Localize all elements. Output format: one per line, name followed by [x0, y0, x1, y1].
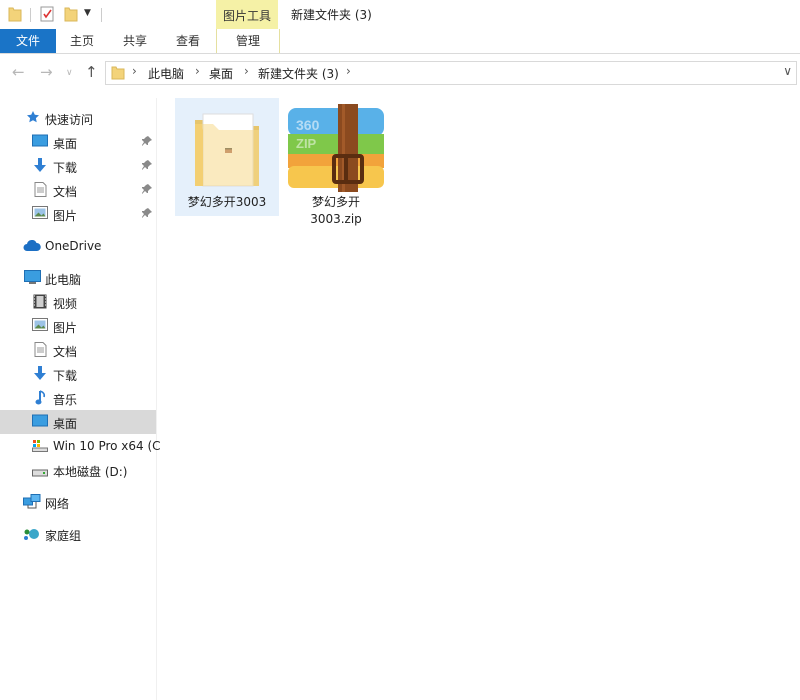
sidebar-item-label: 文档 — [53, 185, 78, 199]
sidebar-item-label: 文档 — [53, 345, 78, 359]
context-tab-label: 图片工具 — [222, 9, 271, 23]
sidebar-item-label: 快速访问 — [45, 113, 94, 127]
sidebar-item-pictures[interactable]: 图片 — [0, 202, 156, 226]
sidebar-item-label: 图片 — [53, 209, 78, 223]
sidebar-item-label: 视频 — [53, 297, 78, 311]
breadcrumb-this-pc[interactable]: 此电脑 — [148, 65, 184, 82]
network-icon — [23, 494, 41, 513]
sidebar-item-videos[interactable]: 视频 — [0, 290, 156, 314]
sidebar-item-desktop[interactable]: 桌面 — [0, 130, 156, 154]
sidebar-item-drive-c[interactable]: Win 10 Pro x64 (C — [0, 434, 161, 458]
sidebar-item-pictures[interactable]: 图片 — [0, 314, 156, 338]
sidebar-item-music[interactable]: 音乐 — [0, 386, 156, 410]
forward-arrow-icon[interactable]: → — [40, 63, 53, 81]
drive-icon — [32, 466, 48, 480]
address-dropdown-icon[interactable]: ∨ — [783, 64, 792, 78]
picture-tools-context-tab: 图片工具 — [216, 0, 278, 30]
folder-icon — [111, 65, 125, 83]
sidebar-item-label: 下载 — [53, 161, 78, 175]
sidebar-item-label: 音乐 — [53, 393, 78, 407]
sidebar-item-label: 图片 — [53, 321, 78, 335]
document-icon — [34, 182, 47, 200]
svg-text:ZIP: ZIP — [296, 136, 317, 151]
title-bar: ▼ 图片工具 新建文件夹 (3) — [0, 0, 800, 30]
customize-toolbar-dropdown-icon[interactable]: ▼ — [84, 8, 91, 18]
window-title: 新建文件夹 (3) — [291, 8, 372, 22]
sidebar-item-this-pc[interactable]: 此电脑 — [0, 266, 156, 290]
sidebar-item-label: 本地磁盘 (D:) — [53, 465, 128, 479]
sidebar-item-label: OneDrive — [45, 239, 102, 253]
file-list: 梦幻多开3003 360 ZIP 梦幻多开 3003.zip — [158, 90, 800, 700]
sidebar-item-quick-access[interactable]: 快速访问 — [0, 106, 156, 130]
file-name-line2: 3003.zip — [310, 212, 362, 226]
pin-icon[interactable] — [142, 183, 152, 197]
zip-archive-icon: 360 ZIP — [286, 104, 386, 197]
address-bar[interactable]: › 此电脑 › 桌面 › 新建文件夹 (3) › ∨ — [105, 61, 797, 85]
sidebar-item-label: 此电脑 — [45, 273, 82, 287]
desktop-icon — [32, 134, 48, 151]
system-drive-icon — [32, 438, 48, 455]
sidebar-item-network[interactable]: 网络 — [0, 490, 156, 514]
breadcrumb-desktop[interactable]: 桌面 — [209, 65, 233, 82]
file-name: 梦幻多开3003 — [187, 195, 267, 209]
download-icon — [33, 158, 47, 176]
back-arrow-icon[interactable]: ← — [12, 63, 25, 81]
video-icon — [33, 294, 47, 312]
sidebar-item-label: Win 10 Pro x64 (C — [53, 439, 161, 453]
pin-icon[interactable] — [142, 159, 152, 173]
file-item-folder[interactable]: 梦幻多开3003 — [175, 98, 279, 216]
breadcrumb-chevron-icon[interactable]: › — [244, 64, 249, 78]
sidebar-item-downloads[interactable]: 下载 — [0, 362, 156, 386]
picture-icon — [32, 206, 48, 222]
homegroup-icon — [23, 526, 41, 545]
breadcrumb-new-folder-3[interactable]: 新建文件夹 (3) — [258, 65, 339, 82]
sidebar-item-downloads[interactable]: 下载 — [0, 154, 156, 178]
sidebar-item-drive-d[interactable]: 本地磁盘 (D:) — [0, 458, 156, 482]
desktop-icon — [32, 414, 48, 431]
sidebar-item-desktop[interactable]: 桌面 — [0, 410, 156, 434]
sidebar-item-label: 网络 — [45, 497, 70, 511]
properties-icon[interactable] — [40, 6, 55, 25]
sidebar-item-documents[interactable]: 文档 — [0, 178, 156, 202]
file-name-line1: 梦幻多开 — [311, 195, 360, 209]
pin-icon[interactable] — [142, 135, 152, 149]
computer-icon — [24, 270, 41, 288]
document-icon — [34, 342, 47, 360]
tab-file[interactable]: 文件 — [0, 29, 56, 53]
star-icon — [26, 110, 40, 127]
ribbon-tabs: 文件 主页 共享 查看 管理 — [0, 29, 800, 54]
navigation-bar: ← → ∨ ↑ › 此电脑 › 桌面 › 新建文件夹 (3) › ∨ — [0, 60, 800, 86]
picture-icon — [32, 318, 48, 334]
sidebar-item-homegroup[interactable]: 家庭组 — [0, 522, 156, 546]
up-arrow-icon[interactable]: ↑ — [85, 63, 98, 81]
pin-icon[interactable] — [142, 207, 152, 221]
file-item-zip[interactable]: 360 ZIP 梦幻多开 3003.zip — [284, 98, 388, 226]
sidebar-item-label: 家庭组 — [45, 529, 82, 543]
sidebar-item-documents[interactable]: 文档 — [0, 338, 156, 362]
toolbar-divider — [101, 8, 102, 22]
sidebar-item-onedrive[interactable]: OneDrive — [0, 234, 156, 258]
svg-text:360: 360 — [296, 117, 320, 133]
music-icon — [35, 390, 47, 409]
breadcrumb-chevron-icon[interactable]: › — [195, 64, 200, 78]
tab-home[interactable]: 主页 — [58, 29, 106, 53]
recent-locations-chevron-icon[interactable]: ∨ — [66, 68, 73, 78]
sidebar-item-label: 桌面 — [53, 137, 78, 151]
cloud-icon — [23, 239, 41, 255]
tab-view[interactable]: 查看 — [162, 29, 214, 53]
tab-share[interactable]: 共享 — [110, 29, 160, 53]
toolbar-divider — [30, 8, 31, 22]
breadcrumb-chevron-icon[interactable]: › — [346, 64, 351, 78]
folder-icon — [189, 104, 265, 195]
breadcrumb-chevron-icon[interactable]: › — [132, 64, 137, 78]
navigation-pane: 快速访问 桌面 下载 文档 图片 OneDrive 此电脑 视频 图片 文档 下… — [0, 98, 161, 700]
download-icon — [33, 366, 47, 384]
new-folder-icon[interactable] — [64, 6, 78, 25]
sidebar-item-label: 下载 — [53, 369, 78, 383]
tab-manage[interactable]: 管理 — [216, 29, 280, 53]
folder-icon — [8, 6, 22, 25]
sidebar-item-label: 桌面 — [53, 417, 78, 431]
